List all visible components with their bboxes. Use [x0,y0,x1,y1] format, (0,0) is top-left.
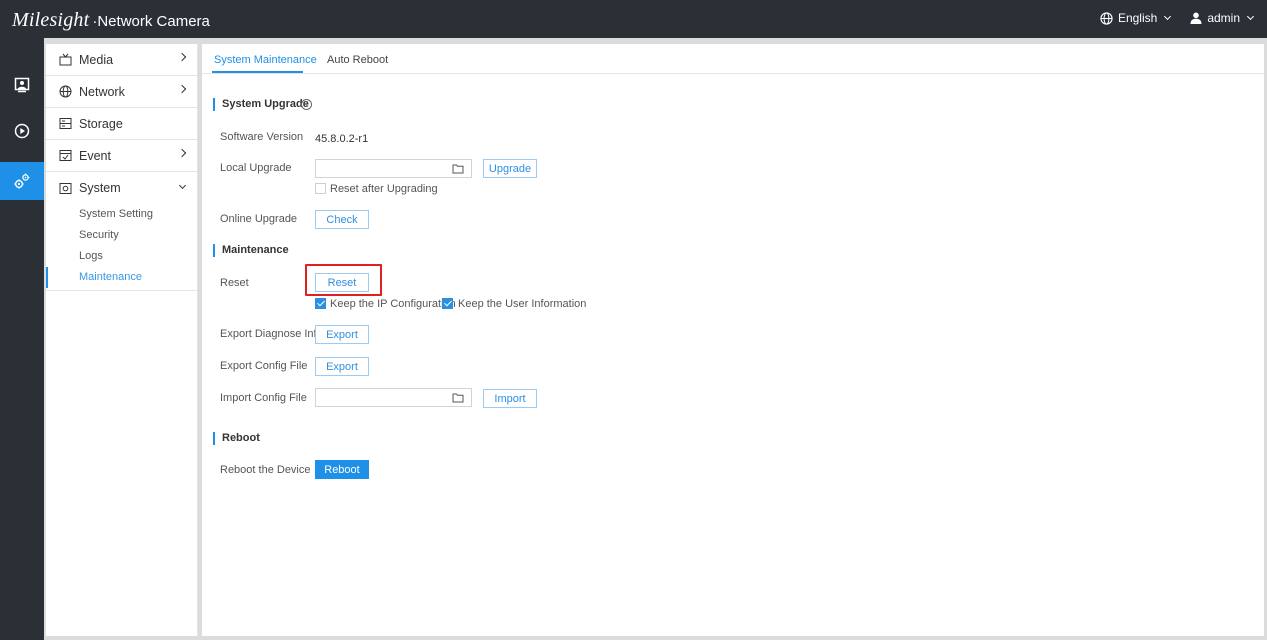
online-upgrade-label: Online Upgrade [220,213,298,225]
tab-auto-reboot[interactable]: Auto Reboot [327,54,388,66]
section-title: System Upgrade [222,98,309,110]
chevron-right-icon [177,52,187,62]
menu-item-storage[interactable]: Storage [46,108,197,140]
submenu-item-maintenance[interactable]: Maintenance [46,267,197,288]
playback-icon [14,123,30,139]
logo-product: ·Network Camera [92,13,210,30]
keep-ip-label: Keep the IP Configuration [330,298,456,310]
reset-after-upgrading-label: Reset after Upgrading [330,183,438,195]
main-panel: System Maintenance Auto Reboot System Up… [202,44,1264,636]
export-config-button[interactable]: Export [315,357,369,376]
submenu-item-security[interactable]: Security [46,225,197,246]
software-version-value: 45.8.0.2-r1 [315,133,369,145]
menu-item-label: Event [79,148,111,163]
logo: Milesight ·Network Camera [12,9,210,32]
system-submenu: System Setting Security Logs Maintenance [46,204,197,291]
storage-icon [59,117,72,130]
reset-button[interactable]: Reset [315,273,369,292]
import-config-file-input[interactable] [315,388,472,407]
local-upgrade-file-input[interactable] [315,159,472,178]
rail-settings[interactable] [0,162,44,200]
local-upgrade-label: Local Upgrade [220,162,292,174]
logo-brand: Milesight [12,9,90,31]
system-icon [59,182,72,195]
section-title: Maintenance [222,244,289,256]
reboot-button[interactable]: Reboot [315,460,369,479]
chevron-down-icon [1164,12,1172,21]
menu-item-label: Network [79,84,125,99]
chevron-right-icon [177,84,187,94]
media-icon [59,53,72,66]
menu-item-label: Media [79,52,114,67]
chevron-right-icon [177,148,187,158]
reset-label: Reset [220,277,249,289]
active-tab-indicator [212,71,303,73]
keep-user-checkbox[interactable] [442,298,453,309]
upgrade-button[interactable]: Upgrade [483,159,537,178]
menu-item-label: System [79,181,121,195]
section-maintenance: Maintenance [213,244,289,257]
user-icon [1190,12,1202,24]
menu-item-label: Storage [79,116,123,131]
icon-rail [0,38,44,640]
menu-item-event[interactable]: Event [46,140,197,172]
submenu-item-logs[interactable]: Logs [46,246,197,267]
submenu-item-system-setting[interactable]: System Setting [46,204,197,225]
export-config-label: Export Config File [220,360,308,372]
import-button[interactable]: Import [483,389,537,408]
settings-icon [14,173,30,189]
tab-system-maintenance[interactable]: System Maintenance [214,54,317,66]
reboot-device-label: Reboot the Device [220,464,311,476]
info-icon[interactable]: i [301,99,312,110]
language-label: English [1117,11,1158,25]
import-config-label: Import Config File [220,392,307,404]
folder-icon[interactable] [452,163,464,174]
tab-bar: System Maintenance Auto Reboot [202,44,1264,74]
export-diagnose-label: Export Diagnose Info [220,328,323,340]
section-title: Reboot [222,432,260,444]
keep-user-label: Keep the User Information [458,298,587,310]
export-diagnose-button[interactable]: Export [315,325,369,344]
rail-playback[interactable] [0,112,44,150]
menu-item-network[interactable]: Network [46,76,197,108]
top-bar: Milesight ·Network Camera English admin [0,0,1267,38]
user-label: admin [1207,11,1240,25]
folder-icon[interactable] [452,392,464,403]
chevron-down-icon [178,181,187,190]
event-icon [59,149,72,162]
globe-icon [1100,11,1113,25]
software-version-label: Software Version [220,131,304,143]
menu-item-media[interactable]: Media [46,44,197,76]
chevron-down-icon [1246,12,1255,21]
section-system-upgrade: System Upgrade [213,98,309,111]
live-view-icon [14,77,30,93]
language-selector[interactable]: English [1100,11,1172,25]
section-reboot: Reboot [213,432,260,445]
reset-after-upgrading-checkbox[interactable] [315,183,326,194]
keep-ip-checkbox[interactable] [315,298,326,309]
menu-item-system[interactable]: System [46,172,197,204]
settings-menu: Media Network Storage Event System Syste… [46,44,198,636]
user-menu[interactable]: admin [1190,11,1255,25]
globe-icon [59,85,72,98]
rail-live-view[interactable] [0,66,44,104]
check-button[interactable]: Check [315,210,369,229]
